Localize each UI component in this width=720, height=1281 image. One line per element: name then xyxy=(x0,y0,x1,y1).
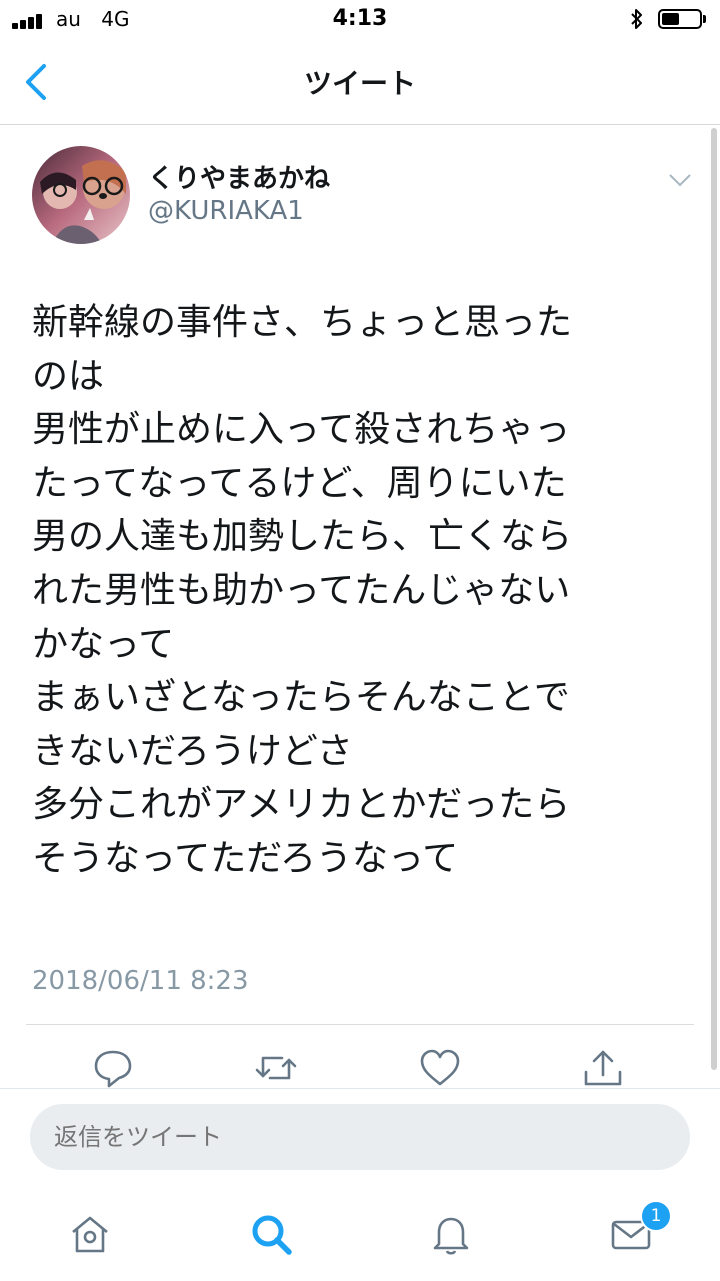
tweet-line: 男の人達も加勢したら、亡くなら xyxy=(32,516,573,558)
display-name[interactable]: くりやまあかね xyxy=(148,158,330,195)
battery-icon xyxy=(658,9,702,29)
status-time: 4:13 xyxy=(332,6,388,31)
tweet-line: そうなってただろうなって xyxy=(32,837,459,879)
divider xyxy=(26,1024,694,1025)
reply-composer[interactable] xyxy=(30,1104,690,1170)
retweet-icon xyxy=(255,1056,297,1080)
tweet-line: 男性が止めに入って殺されちゃっ xyxy=(32,409,571,451)
tweet-timestamp: 2018/06/11 8:23 xyxy=(32,966,249,996)
reply-input[interactable] xyxy=(54,1104,654,1170)
reply-button[interactable] xyxy=(91,1046,135,1090)
tweet-line: 多分これがアメリカとかだったら xyxy=(32,784,571,826)
tab-search[interactable] xyxy=(249,1212,293,1256)
reply-icon xyxy=(94,1050,132,1088)
tweet-line: きないだろうけどさ xyxy=(32,730,353,772)
tweet-line: 新幹線の事件さ、ちょっと思った xyxy=(32,302,573,343)
search-icon xyxy=(252,1215,292,1255)
status-bar: au 4G 4:13 xyxy=(0,0,720,40)
like-icon xyxy=(420,1049,460,1086)
share-icon xyxy=(584,1050,622,1086)
scrollbar[interactable] xyxy=(711,128,717,1070)
retweet-button[interactable] xyxy=(254,1046,298,1090)
navigation-bar: ツイート xyxy=(0,40,720,125)
avatar[interactable] xyxy=(32,146,130,244)
tweet-line: かなって xyxy=(32,623,175,665)
like-button[interactable] xyxy=(418,1046,462,1090)
home-icon xyxy=(72,1216,108,1253)
tweet-line: まぁいざとなったらそんなことで xyxy=(32,677,570,719)
tweet-text: 新幹線の事件さ、ちょっと思った のは 男性が止めに入って殺されちゃっ たってなっ… xyxy=(32,296,682,886)
page-title: ツイート xyxy=(303,67,416,100)
messages-badge: 1 xyxy=(640,1200,672,1232)
bluetooth-icon xyxy=(631,9,642,29)
tweet-line: れた男性も助かってたんじゃない xyxy=(32,569,571,611)
user-handle[interactable]: @KURIAKA1 xyxy=(148,196,304,226)
tweet-line: たってなってるけど、周りにいた xyxy=(32,462,567,504)
tab-home[interactable] xyxy=(68,1212,112,1256)
battery-tip xyxy=(703,15,706,23)
tweet-line: のは xyxy=(32,355,105,397)
chevron-down-icon[interactable] xyxy=(668,172,692,188)
tab-notifications[interactable] xyxy=(429,1212,473,1256)
share-button[interactable] xyxy=(581,1046,625,1090)
bell-icon xyxy=(433,1217,469,1255)
